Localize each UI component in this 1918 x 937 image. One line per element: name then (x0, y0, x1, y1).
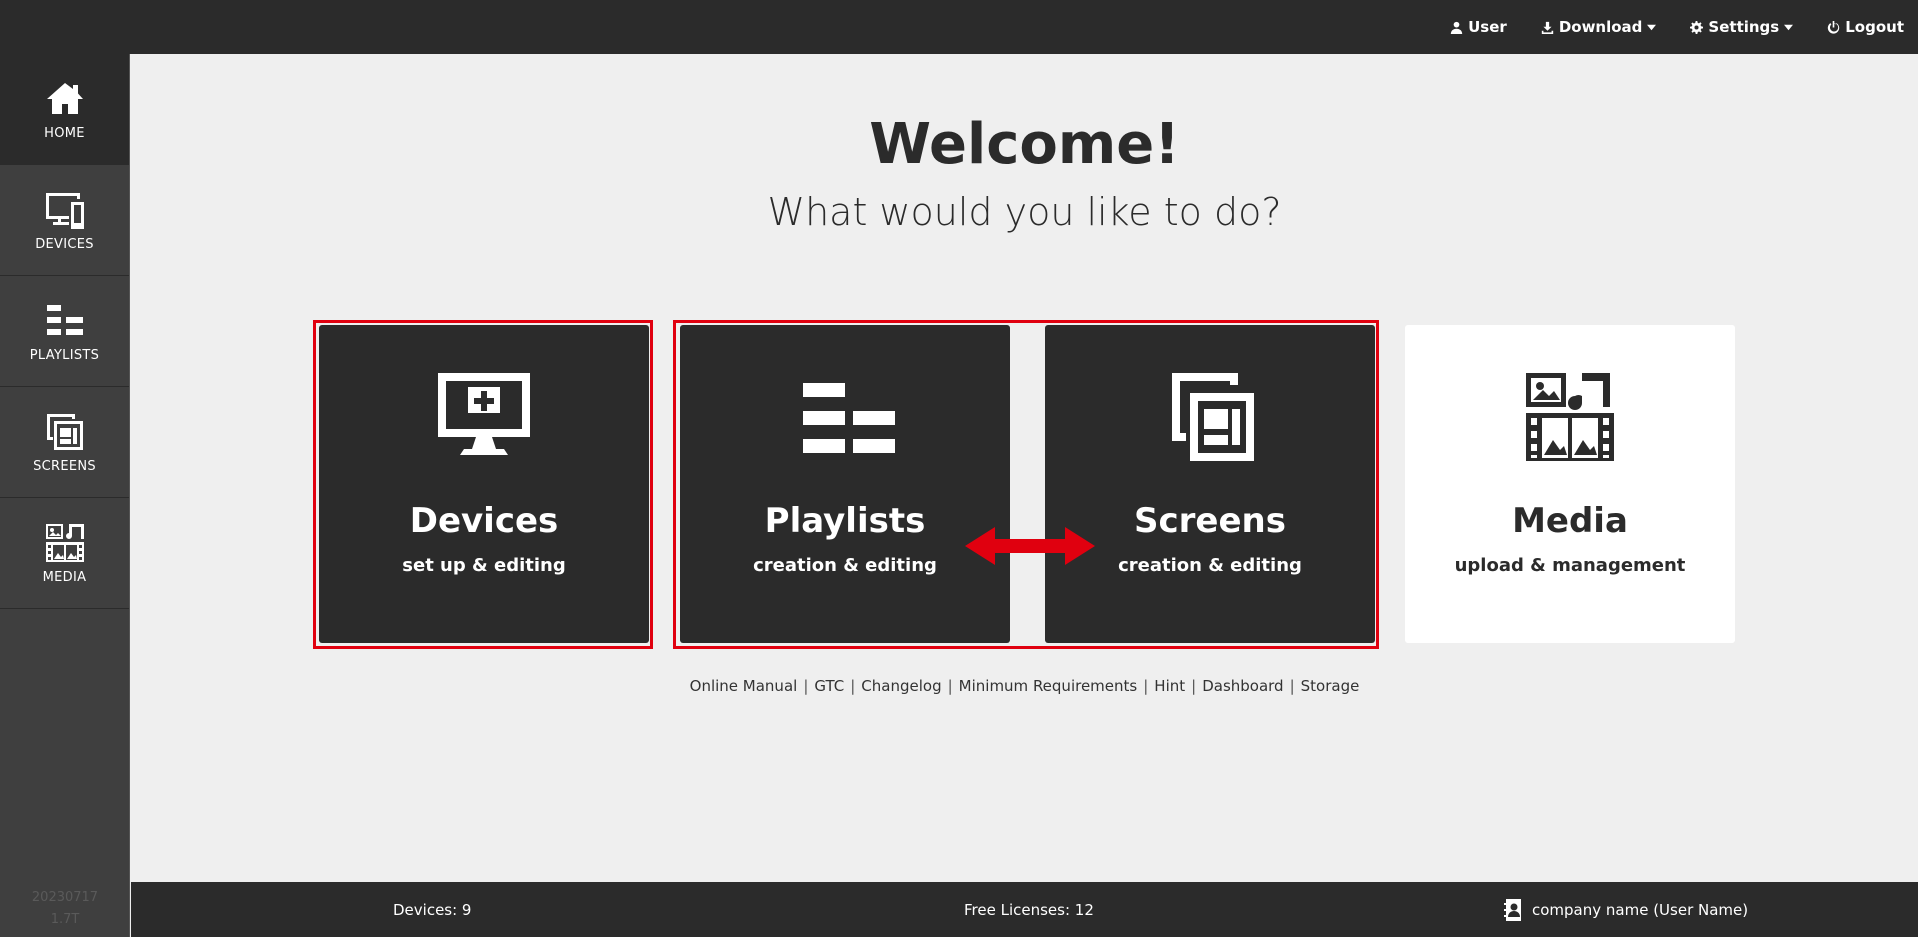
sidebar-item-label: SCREENS (33, 458, 96, 474)
card-title: Playlists (764, 501, 926, 541)
account-info[interactable]: company name (User Name) (1504, 882, 1748, 937)
screens-icon (1172, 373, 1254, 461)
screens-card[interactable]: Screens creation & editing (1045, 325, 1375, 643)
status-bar: Devices: 9 Free Licenses: 12 company nam… (131, 882, 1918, 937)
sidebar-item-label: DEVICES (35, 236, 94, 252)
link-changelog[interactable]: Changelog (861, 677, 941, 695)
card-subtitle: upload & management (1454, 555, 1686, 576)
card-title: Devices (409, 501, 559, 541)
page-title: Welcome! (869, 112, 1180, 177)
link-gtc[interactable]: GTC (814, 677, 844, 695)
settings-menu[interactable]: Settings (1690, 18, 1794, 36)
gear-icon (1690, 20, 1704, 34)
version-date: 20230717 (31, 890, 99, 905)
contact-card-icon (1504, 898, 1521, 921)
link-online-manual[interactable]: Online Manual (690, 677, 798, 695)
link-storage[interactable]: Storage (1301, 677, 1360, 695)
monitor-plus-icon (438, 373, 530, 455)
logout-label: Logout (1845, 18, 1904, 36)
download-label: Download (1558, 18, 1643, 36)
playlists-icon (803, 383, 895, 453)
home-icon (46, 82, 83, 114)
sidebar-item-devices[interactable]: DEVICES (0, 165, 129, 276)
devices-card[interactable]: Devices set up & editing (319, 325, 649, 643)
link-dashboard[interactable]: Dashboard (1202, 677, 1283, 695)
top-bar: User Download Settings Logout (0, 0, 1918, 54)
version-info: 20230717 1.7T (0, 887, 130, 931)
page-subtitle: What would you like to do? (767, 190, 1282, 234)
caret-down-icon (1647, 24, 1657, 30)
free-licenses: Free Licenses: 12 (964, 900, 1094, 919)
link-hint[interactable]: Hint (1154, 677, 1185, 695)
power-icon (1828, 20, 1840, 34)
top-nav: User Download Settings Logout (1450, 0, 1904, 54)
card-title: Media (1512, 501, 1628, 541)
user-menu[interactable]: User (1450, 18, 1507, 36)
link-minimum-requirements[interactable]: Minimum Requirements (959, 677, 1138, 695)
settings-label: Settings (1708, 18, 1780, 36)
sidebar-item-media[interactable]: MEDIA (0, 498, 129, 609)
caret-down-icon (1784, 24, 1794, 30)
sidebar-item-screens[interactable]: SCREENS (0, 387, 129, 498)
version-number: 1.7T (50, 912, 80, 927)
card-subtitle: set up & editing (402, 555, 566, 576)
download-icon (1541, 21, 1553, 34)
screens-icon (46, 413, 83, 450)
sidebar-item-playlists[interactable]: PLAYLISTS (0, 276, 129, 387)
user-label: User (1468, 18, 1507, 36)
devices-icon (45, 192, 84, 229)
user-icon (1450, 21, 1463, 34)
media-card[interactable]: Media upload & management (1405, 325, 1735, 643)
account-name: company name (User Name) (1532, 900, 1749, 919)
card-subtitle: creation & editing (753, 555, 937, 576)
media-icon (45, 523, 84, 562)
sidebar-item-label: PLAYLISTS (29, 347, 100, 363)
sidebar-item-home[interactable]: HOME (0, 54, 129, 165)
logout-button[interactable]: Logout (1827, 18, 1904, 36)
sidebar-item-label: MEDIA (42, 569, 87, 585)
sidebar: HOME DEVICES PLAYLISTS SCREENS MEDIA 202… (0, 54, 130, 937)
download-menu[interactable]: Download (1541, 18, 1657, 36)
media-icon (1526, 373, 1614, 461)
footer-links: Online Manual | GTC | Changelog | Minimum Requ… (689, 677, 1360, 695)
playlists-icon (46, 304, 83, 335)
sidebar-item-label: HOME (44, 125, 85, 141)
playlists-card[interactable]: Playlists creation & editing (680, 325, 1010, 643)
double-arrow-icon (965, 527, 1095, 565)
devices-count: Devices: 9 (393, 900, 472, 919)
